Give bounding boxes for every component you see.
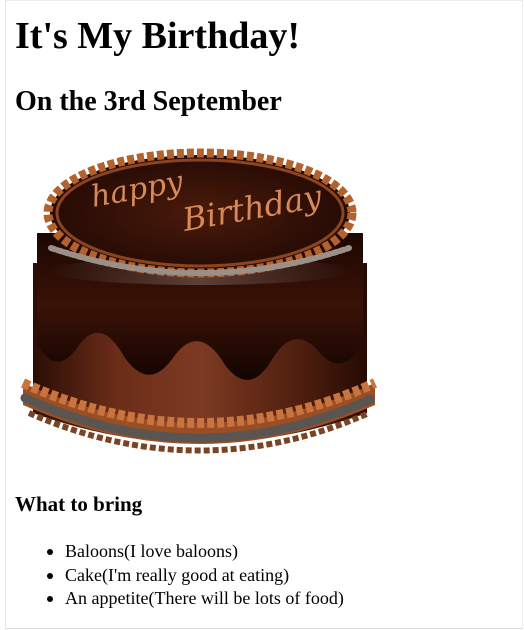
page-subtitle: On the 3rd September <box>15 86 282 117</box>
bullet-icon <box>47 596 53 602</box>
section-heading: What to bring <box>15 492 143 516</box>
list-item-text: An appetite(There will be lots of food) <box>65 588 344 608</box>
birthday-cake-image: happy Birthday <box>20 148 378 454</box>
bullet-icon <box>47 572 53 579</box>
bring-list: Baloons(I love baloons) Cake(I'm really … <box>15 540 344 611</box>
list-item-text: Baloons(I love baloons) <box>65 541 238 561</box>
list-item: An appetite(There will be lots of food) <box>15 587 344 611</box>
list-item: Baloons(I love baloons) <box>15 540 344 564</box>
bullet-icon <box>47 549 53 555</box>
page-title: It's My Birthday! <box>15 15 300 57</box>
list-item-text: Cake(I'm really good at eating) <box>65 564 290 585</box>
list-item: Cake(I'm really good at eating) <box>15 564 344 588</box>
